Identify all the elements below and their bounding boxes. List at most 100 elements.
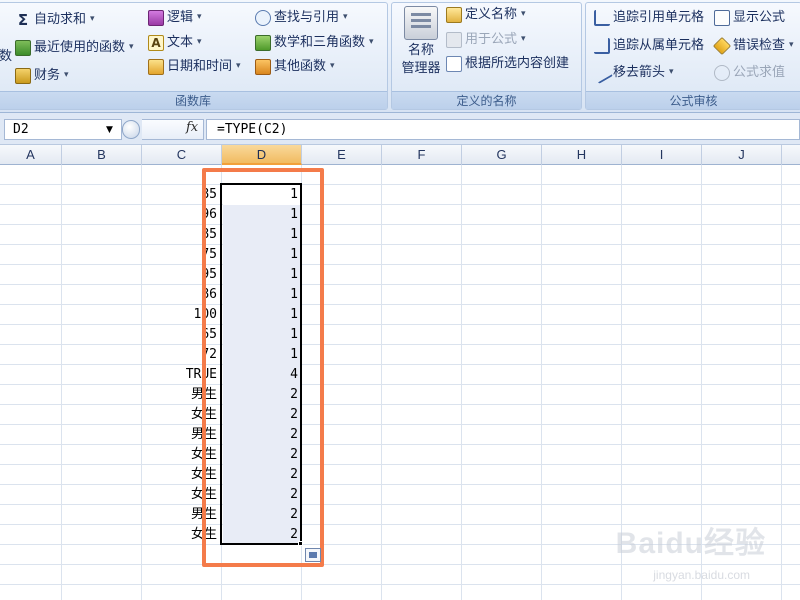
grid-vline bbox=[461, 165, 462, 600]
error-checking-label: 错误检查 bbox=[733, 38, 786, 53]
column-header-c[interactable]: C bbox=[142, 145, 222, 165]
watermark-logo: Baidu经验 bbox=[615, 527, 766, 560]
math-trig-button[interactable]: 数学和三角函数 ▾ bbox=[255, 32, 374, 53]
text-functions-button[interactable]: A 文本 ▾ bbox=[148, 32, 202, 53]
financial-button[interactable]: 财务 ▾ bbox=[15, 65, 69, 86]
trace-precedents-button[interactable]: 追踪引用单元格 bbox=[594, 7, 704, 28]
remove-arrows-label: 移去箭头 bbox=[613, 65, 666, 80]
chevron-down-icon: ▾ bbox=[343, 12, 348, 22]
column-header-e[interactable]: E bbox=[302, 145, 382, 165]
recent-functions-button[interactable]: 最近使用的函数 ▾ bbox=[15, 37, 134, 58]
column-headers: ABCDEFGHIJ bbox=[0, 145, 800, 165]
error-checking-button[interactable]: 错误检查 ▾ bbox=[712, 35, 794, 56]
grid-hline bbox=[0, 184, 800, 185]
grid-hline bbox=[0, 584, 800, 585]
use-in-formula-label: 用于公式 bbox=[465, 32, 518, 47]
evaluate-formula-button[interactable]: 公式求值 bbox=[714, 62, 785, 83]
more-functions-label: 其他函数 bbox=[274, 59, 327, 74]
more-books-icon bbox=[255, 58, 271, 75]
evaluate-formula-icon bbox=[714, 64, 730, 81]
grid-vline bbox=[381, 165, 382, 600]
column-header-j[interactable]: J bbox=[702, 145, 782, 165]
show-formulas-label: 显示公式 bbox=[733, 10, 786, 25]
chevron-down-icon: ▾ bbox=[521, 9, 526, 19]
remove-arrows-button[interactable]: 移去箭头 ▾ bbox=[591, 61, 674, 84]
insert-function-icon[interactable]: fx bbox=[186, 120, 198, 135]
logical-label: 逻辑 bbox=[167, 10, 194, 25]
watermark-url: jingyan.baidu.com bbox=[653, 568, 750, 582]
column-header-a[interactable]: A bbox=[0, 145, 62, 165]
date-time-button[interactable]: 日期和时间 ▾ bbox=[148, 56, 241, 77]
show-formulas-button[interactable]: 显示公式 bbox=[714, 7, 785, 28]
define-name-button[interactable]: 定义名称 ▾ bbox=[446, 4, 526, 25]
lookup-reference-button[interactable]: 查找与引用 ▾ bbox=[255, 7, 348, 28]
ribbon: 数 Σ 自动求和 ▾ 最近使用的函数 ▾ 财务 ▾ 逻辑 ▾ A 文本 ▾ 日期… bbox=[0, 0, 800, 113]
create-from-selection-button[interactable]: 根据所选内容创建 bbox=[446, 53, 569, 74]
date-time-label: 日期和时间 bbox=[167, 59, 233, 74]
grid-hline bbox=[0, 564, 800, 565]
grid-hline bbox=[0, 244, 800, 245]
chevron-down-icon: ▾ bbox=[789, 40, 794, 50]
autosum-label: 自动求和 bbox=[34, 12, 87, 27]
create-from-selection-label: 根据所选内容创建 bbox=[465, 56, 570, 71]
grid-hline bbox=[0, 284, 800, 285]
column-header-g[interactable]: G bbox=[462, 145, 542, 165]
name-box-dropdown-icon[interactable]: ▼ bbox=[106, 125, 113, 135]
column-header-d[interactable]: D bbox=[222, 145, 302, 165]
formula-bar-resize-handle[interactable] bbox=[122, 120, 140, 139]
auto-fill-options-icon[interactable] bbox=[305, 548, 321, 562]
autosum-button[interactable]: Σ 自动求和 ▾ bbox=[15, 9, 95, 30]
chevron-down-icon: ▾ bbox=[64, 70, 69, 80]
define-name-label: 定义名称 bbox=[465, 7, 518, 22]
grid-vline bbox=[61, 165, 62, 600]
more-functions-button[interactable]: 其他函数 ▾ bbox=[255, 56, 335, 77]
grid-hline bbox=[0, 324, 800, 325]
question-book-icon bbox=[148, 9, 164, 26]
grid-vline bbox=[781, 165, 782, 600]
column-header-b[interactable]: B bbox=[62, 145, 142, 165]
trace-precedents-icon bbox=[594, 9, 610, 26]
insert-function-cut-label[interactable]: 数 bbox=[0, 46, 12, 67]
formula-auditing-group-label: 公式审核 bbox=[586, 91, 800, 109]
trace-dependents-button[interactable]: 追踪从属单元格 bbox=[594, 35, 704, 56]
logical-button[interactable]: 逻辑 ▾ bbox=[148, 7, 202, 28]
error-check-icon bbox=[712, 36, 732, 55]
chevron-down-icon: ▾ bbox=[330, 61, 335, 71]
calendar-icon bbox=[148, 58, 164, 75]
create-from-selection-icon bbox=[446, 55, 462, 72]
grid-hline bbox=[0, 504, 800, 505]
grid-hline bbox=[0, 464, 800, 465]
lookup-reference-label: 查找与引用 bbox=[274, 10, 340, 25]
use-in-formula-button[interactable]: 用于公式 ▾ bbox=[446, 29, 526, 50]
use-in-formula-icon bbox=[446, 31, 462, 48]
formula-input[interactable]: =TYPE(C2) bbox=[206, 119, 800, 140]
formula-bar: D2 ▼ fx =TYPE(C2) bbox=[0, 113, 800, 145]
coin-book-icon bbox=[15, 67, 31, 84]
text-icon: A bbox=[148, 34, 164, 51]
name-manager-label-line1: 名称 bbox=[407, 43, 434, 58]
trace-dependents-label: 追踪从属单元格 bbox=[613, 38, 705, 53]
name-manager-button[interactable]: 名称 管理器 bbox=[396, 6, 446, 84]
grid-hline bbox=[0, 304, 800, 305]
name-manager-icon bbox=[404, 6, 438, 40]
grid-hline bbox=[0, 264, 800, 265]
sigma-icon: Σ bbox=[17, 10, 29, 29]
column-header-h[interactable]: H bbox=[542, 145, 622, 165]
name-box[interactable]: D2 bbox=[4, 119, 122, 140]
trace-dependents-icon bbox=[594, 37, 610, 54]
highlight-frame bbox=[202, 168, 324, 567]
grid-hline bbox=[0, 484, 800, 485]
chevron-down-icon: ▾ bbox=[369, 37, 374, 47]
function-library-group: 数 Σ 自动求和 ▾ 最近使用的函数 ▾ 财务 ▾ 逻辑 ▾ A 文本 ▾ 日期… bbox=[0, 2, 388, 110]
grid-hline bbox=[0, 364, 800, 365]
grid-hline bbox=[0, 444, 800, 445]
column-header-i[interactable]: I bbox=[622, 145, 702, 165]
magnifier-book-icon bbox=[255, 9, 271, 26]
column-header-f[interactable]: F bbox=[382, 145, 462, 165]
grid-hline bbox=[0, 344, 800, 345]
chevron-down-icon: ▾ bbox=[90, 14, 95, 24]
evaluate-formula-label: 公式求值 bbox=[733, 65, 786, 80]
recent-functions-label: 最近使用的函数 bbox=[34, 40, 126, 55]
function-library-group-label: 函数库 bbox=[0, 91, 387, 109]
define-name-icon bbox=[446, 6, 462, 23]
